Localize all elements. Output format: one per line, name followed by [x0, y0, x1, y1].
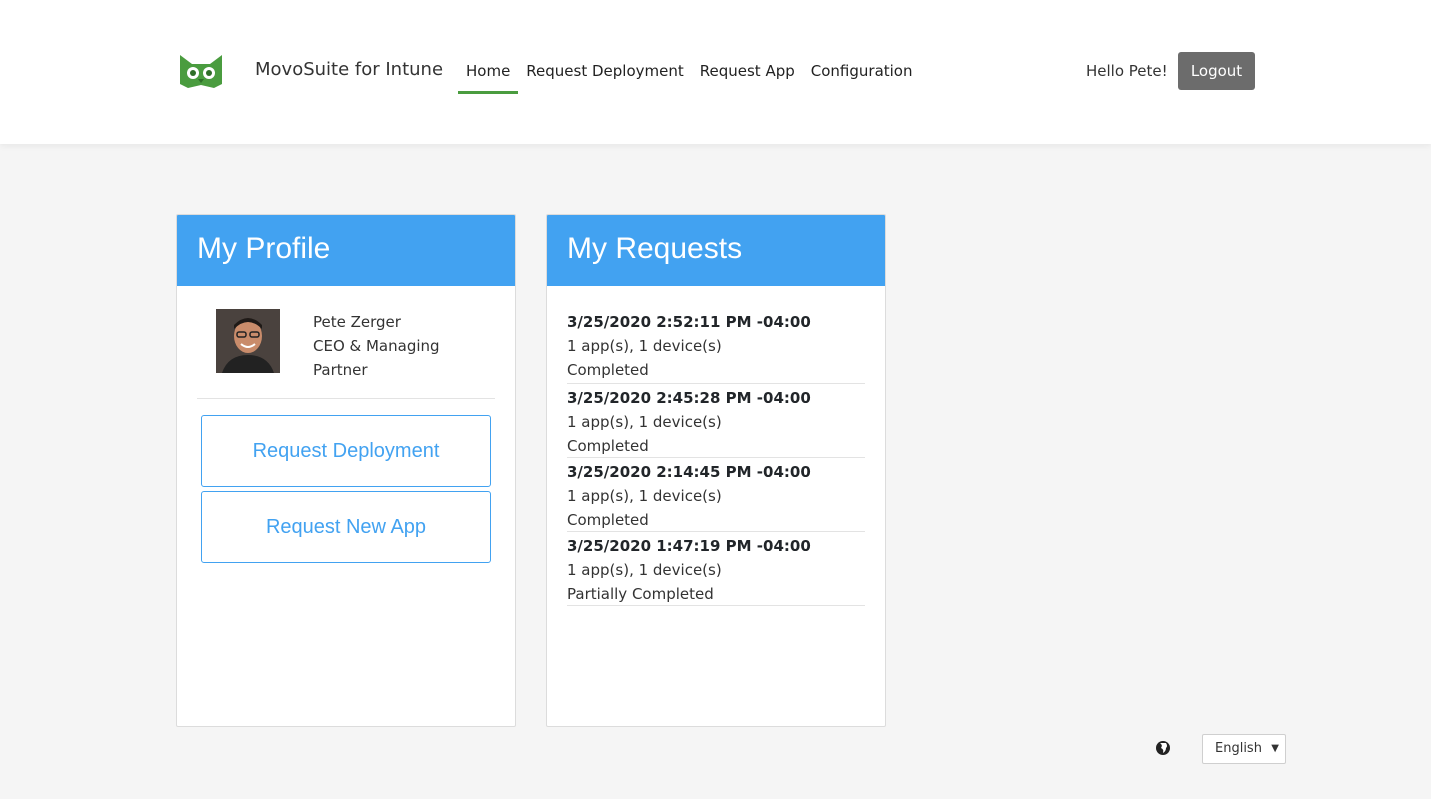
request-date: 3/25/2020 2:14:45 PM -04:00: [567, 463, 811, 481]
request-summary: 1 app(s), 1 device(s): [567, 337, 722, 355]
request-deployment-button[interactable]: Request Deployment: [201, 415, 491, 487]
request-new-app-button[interactable]: Request New App: [201, 491, 491, 563]
nav-configuration[interactable]: Configuration: [803, 51, 921, 94]
list-item[interactable]: 3/25/2020 2:14:45 PM -04:00 1 app(s), 1 …: [567, 458, 865, 532]
language-select[interactable]: English ▼: [1202, 734, 1286, 764]
request-status: Completed: [567, 511, 649, 529]
globe-icon: [1156, 741, 1170, 755]
requests-card: My Requests 3/25/2020 2:52:11 PM -04:00 …: [546, 214, 886, 727]
top-navbar: MovoSuite for Intune Home Request Deploy…: [0, 0, 1431, 144]
request-summary: 1 app(s), 1 device(s): [567, 561, 722, 579]
profile-card: My Profile Pete Zerger CEO & Managing Pa…: [176, 214, 516, 727]
profile-role-line2: Partner: [313, 361, 368, 379]
profile-details: Pete Zerger CEO & Managing Partner: [313, 310, 463, 382]
list-item[interactable]: 3/25/2020 2:52:11 PM -04:00 1 app(s), 1 …: [567, 306, 865, 384]
requests-card-title: My Requests: [547, 215, 885, 286]
request-summary: 1 app(s), 1 device(s): [567, 413, 722, 431]
requests-list: 3/25/2020 2:52:11 PM -04:00 1 app(s), 1 …: [567, 306, 865, 606]
request-summary: 1 app(s), 1 device(s): [567, 487, 722, 505]
request-status: Completed: [567, 437, 649, 455]
main-nav: Home Request Deployment Request App Conf…: [458, 51, 921, 94]
user-greeting: Hello Pete!: [1086, 62, 1168, 80]
owl-logo-icon[interactable]: [178, 52, 224, 90]
request-date: 3/25/2020 2:52:11 PM -04:00: [567, 313, 811, 331]
nav-home[interactable]: Home: [458, 51, 519, 94]
brand-title[interactable]: MovoSuite for Intune: [255, 59, 443, 80]
list-item[interactable]: 3/25/2020 1:47:19 PM -04:00 1 app(s), 1 …: [567, 532, 865, 606]
logout-button[interactable]: Logout: [1178, 52, 1255, 90]
profile-card-title: My Profile: [177, 215, 515, 286]
nav-request-app[interactable]: Request App: [692, 51, 803, 94]
profile-role-line1: CEO & Managing: [313, 337, 440, 355]
nav-request-deployment[interactable]: Request Deployment: [518, 51, 691, 94]
request-status: Partially Completed: [567, 585, 714, 603]
request-status: Completed: [567, 361, 649, 379]
profile-info: Pete Zerger CEO & Managing Partner: [197, 286, 495, 399]
language-select-value: English: [1215, 741, 1262, 756]
request-date: 3/25/2020 2:45:28 PM -04:00: [567, 389, 811, 407]
avatar: [216, 309, 280, 373]
list-item[interactable]: 3/25/2020 2:45:28 PM -04:00 1 app(s), 1 …: [567, 384, 865, 458]
caret-down-icon: ▼: [1271, 743, 1279, 754]
request-date: 3/25/2020 1:47:19 PM -04:00: [567, 537, 811, 555]
profile-name: Pete Zerger: [313, 313, 401, 331]
